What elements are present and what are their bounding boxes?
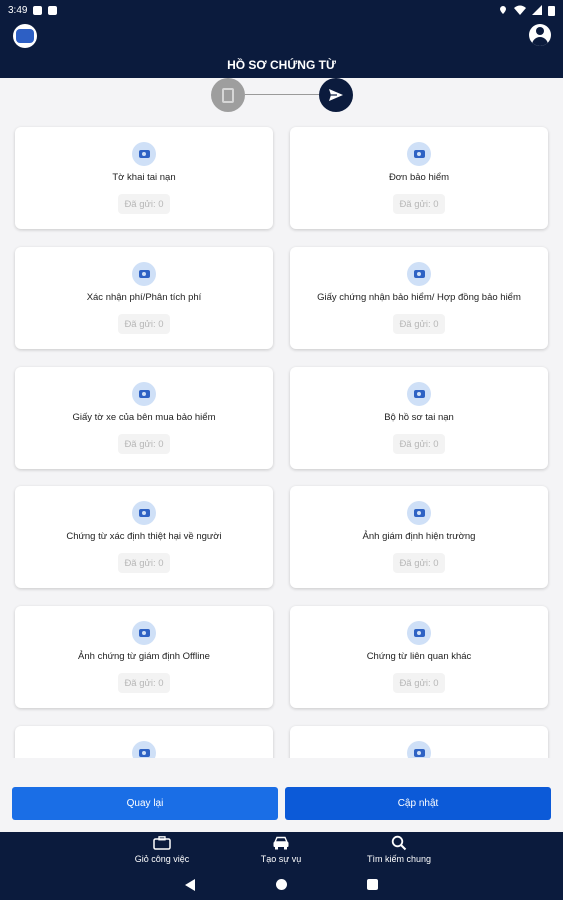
camera-icon[interactable] <box>407 741 431 758</box>
nav-label: Giỏ công việc <box>134 854 190 864</box>
document-card[interactable] <box>15 726 273 758</box>
back-button[interactable]: Quay lại <box>12 787 278 820</box>
back-icon[interactable] <box>185 879 195 891</box>
camera-icon[interactable] <box>407 382 431 406</box>
signal-icon <box>532 5 542 15</box>
sent-count-badge: Đã gửi: 0 <box>118 434 170 454</box>
camera-icon[interactable] <box>132 501 156 525</box>
logo-icon <box>13 24 37 48</box>
step-document[interactable] <box>211 78 245 112</box>
camera-icon[interactable] <box>407 262 431 286</box>
card-label: Ảnh giám định hiện trường <box>362 531 476 542</box>
search-icon <box>390 834 408 852</box>
card-label: Chứng từ xác định thiệt hại về người <box>66 531 222 542</box>
camera-icon[interactable] <box>407 621 431 645</box>
document-grid: Tờ khai tai nạn Đã gửi: 0 Đơn bảo hiểm Đ… <box>0 114 563 758</box>
nav-item-create-case[interactable]: Tạo sự vụ <box>231 834 331 864</box>
document-card[interactable]: Đơn bảo hiểm Đã gửi: 0 <box>290 127 548 229</box>
card-label: Đơn bảo hiểm <box>388 172 450 183</box>
sent-count-badge: Đã gửi: 0 <box>118 673 170 693</box>
action-bar: Quay lại Cập nhật <box>0 780 563 828</box>
sent-count-badge: Đã gửi: 0 <box>393 194 445 214</box>
camera-icon[interactable] <box>132 142 156 166</box>
nav-label: Tạo sự vụ <box>260 854 302 864</box>
card-label: Tờ khai tai nạn <box>112 172 176 183</box>
account-circle-icon[interactable] <box>529 24 551 46</box>
camera-icon[interactable] <box>132 741 156 758</box>
recents-icon[interactable] <box>367 879 378 890</box>
document-card[interactable]: Chứng từ liên quan khác Đã gửi: 0 <box>290 606 548 708</box>
document-card[interactable]: Xác nhận phí/Phân tích phí Đã gửi: 0 <box>15 247 273 349</box>
system-navigation <box>0 870 563 900</box>
document-icon <box>222 87 234 103</box>
sent-count-badge: Đã gửi: 0 <box>118 194 170 214</box>
camera-icon[interactable] <box>132 262 156 286</box>
home-icon[interactable] <box>276 879 287 890</box>
car-icon <box>272 834 290 852</box>
wifi-icon <box>514 5 526 15</box>
document-card[interactable]: Chứng từ xác định thiệt hại về người Đã … <box>15 486 273 588</box>
send-icon <box>329 89 343 101</box>
card-label: Xác nhận phí/Phân tích phí <box>86 292 202 303</box>
card-label: Bộ hồ sơ tai nạn <box>384 412 454 423</box>
status-time: 3:49 <box>8 4 28 16</box>
card-label: Giấy tờ xe của bên mua bảo hiểm <box>72 412 216 423</box>
status-bar: 3:49 <box>0 0 563 20</box>
nav-label: Tìm kiếm chung <box>366 854 432 864</box>
page-title: HỒ SƠ CHỨNG TỪ <box>227 58 336 72</box>
camera-icon[interactable] <box>407 142 431 166</box>
document-card[interactable]: Giấy chứng nhận bảo hiểm/ Hợp đồng bảo h… <box>290 247 548 349</box>
document-card[interactable]: Bộ hồ sơ tai nạn Đã gửi: 0 <box>290 367 548 469</box>
camera-icon[interactable] <box>132 382 156 406</box>
sim-icon <box>48 5 58 15</box>
document-card[interactable]: Tờ khai tai nạn Đã gửi: 0 <box>15 127 273 229</box>
nav-item-work-basket[interactable]: Giỏ công việc <box>112 834 212 864</box>
sent-count-badge: Đã gửi: 0 <box>118 553 170 573</box>
card-label: Ảnh chứng từ giám định Offline <box>78 651 210 662</box>
app-header: HỒ SƠ CHỨNG TỪ <box>0 20 563 78</box>
battery-icon <box>548 5 555 16</box>
document-card[interactable]: Ảnh chứng từ giám định Offline Đã gửi: 0 <box>15 606 273 708</box>
location-icon <box>500 6 506 14</box>
nav-item-general-search[interactable]: Tìm kiếm chung <box>349 834 449 864</box>
document-card[interactable]: Ảnh giám định hiện trường Đã gửi: 0 <box>290 486 548 588</box>
update-button[interactable]: Cập nhật <box>285 787 551 820</box>
card-label: Giấy chứng nhận bảo hiểm/ Hợp đồng bảo h… <box>317 292 521 303</box>
sent-count-badge: Đã gửi: 0 <box>118 314 170 334</box>
briefcase-icon <box>153 834 171 852</box>
document-card[interactable] <box>290 726 548 758</box>
step-connector <box>245 94 319 95</box>
stepper <box>0 78 563 114</box>
document-card[interactable]: Giấy tờ xe của bên mua bảo hiểm Đã gửi: … <box>15 367 273 469</box>
card-label: Chứng từ liên quan khác <box>366 651 472 662</box>
step-send[interactable] <box>319 78 353 112</box>
sent-count-badge: Đã gửi: 0 <box>393 434 445 454</box>
sent-count-badge: Đã gửi: 0 <box>393 673 445 693</box>
camera-icon[interactable] <box>132 621 156 645</box>
camera-icon[interactable] <box>407 501 431 525</box>
bottom-navigation: Giỏ công việc Tạo sự vụ Tìm kiếm chung <box>0 832 563 870</box>
sent-count-badge: Đã gửi: 0 <box>393 314 445 334</box>
notification-icon <box>33 5 43 15</box>
sent-count-badge: Đã gửi: 0 <box>393 553 445 573</box>
